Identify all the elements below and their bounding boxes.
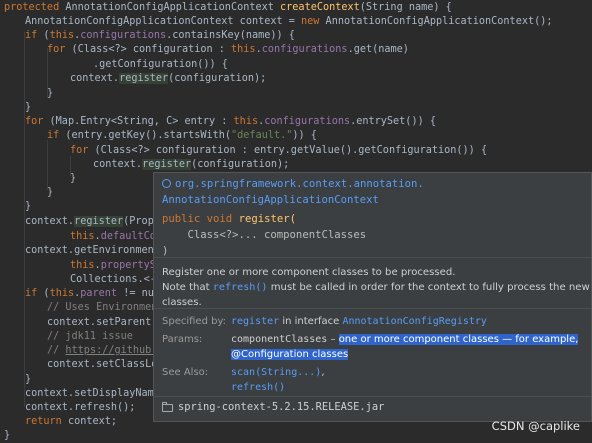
library-footer[interactable]: spring-context-5.2.15.RELEASE.jar [154,396,591,421]
specified-by-label: Specified by: [162,316,227,327]
code-line[interactable]: } [47,185,53,201]
github-link[interactable]: https://github.c [65,345,163,356]
selected-text[interactable]: one or more component classes — for exam… [338,334,579,345]
indent-guide [47,140,48,190]
code-line[interactable]: context.register(configuration); [93,157,289,173]
selected-text[interactable]: @Configuration classes [231,349,349,360]
code-line[interactable]: } [47,86,53,102]
code-line[interactable]: context.register(Proper [25,214,166,230]
divider [154,308,591,309]
code-line[interactable]: for (Class<?> configuration : this.confi… [47,42,409,58]
watermark: CSDN @caplike [491,419,580,433]
code-line[interactable]: return context; [25,414,117,430]
see-also-value: scan(String...), refresh() [231,367,325,393]
scan-link[interactable]: scan(String...) [231,367,321,378]
folder-icon [162,402,173,412]
code-line[interactable]: context.register(configuration); [70,71,266,87]
package-name[interactable]: org.springframework.context.annotation. [175,178,424,190]
refresh-link[interactable]: refresh() [231,382,285,393]
code-line[interactable]: } [4,428,10,443]
class-icon [162,179,171,188]
interface-link[interactable]: AnnotationConfigRegistry [342,316,487,327]
code-line[interactable]: // Uses Environment [47,300,164,316]
code-line[interactable]: } [25,199,31,215]
register-link[interactable]: register [231,316,279,327]
see-also-label: See Also: [162,367,209,378]
specified-by-value: register in interface AnnotationConfigRe… [231,316,487,327]
method-description: Register one or more component classes t… [162,267,590,308]
code-line[interactable]: context.getEnvironment( [25,243,166,259]
jar-name: spring-context-5.2.15.RELEASE.jar [178,401,385,413]
class-reference[interactable]: org.springframework.context.annotation. … [162,176,424,208]
divider [154,257,591,258]
quick-documentation-popup[interactable]: org.springframework.context.annotation. … [153,172,592,422]
code-line[interactable]: if (entry.getKey().startsWith("default."… [47,128,317,144]
param-name: componentClasses [231,334,328,345]
params-value: componentClasses – one or more component… [231,334,579,360]
refresh-link[interactable]: refresh() [213,282,268,293]
code-line[interactable]: } [70,171,76,187]
class-name[interactable]: AnnotationConfigApplicationContext [162,192,424,208]
method-signature: public void register( Class<?>... compon… [162,213,367,257]
params-label: Params: [162,334,203,345]
code-line[interactable]: context.setClassLoa [47,357,164,373]
